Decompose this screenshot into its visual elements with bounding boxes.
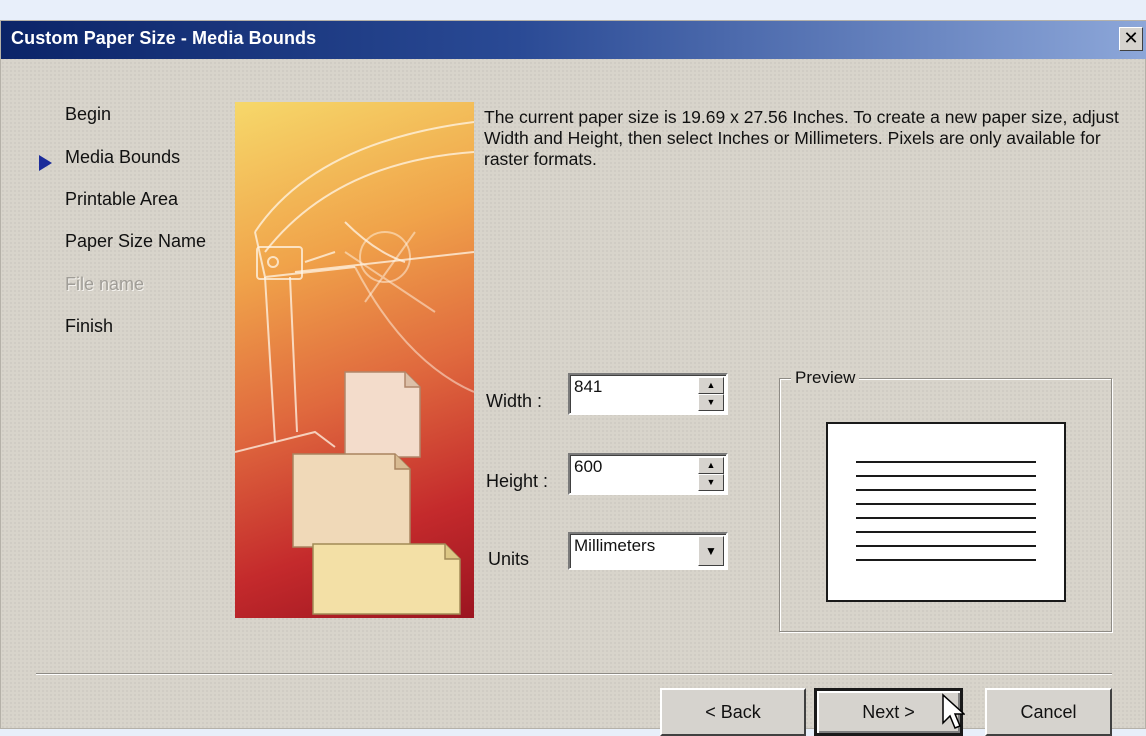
height-input[interactable]: 600 ▲ ▼ [568,453,728,495]
preview-line [856,531,1036,533]
step-file-name: File name [65,274,145,294]
width-value: 841 [574,377,603,396]
preview-title: Preview [791,368,860,388]
up-arrow-icon: ▲ [706,460,716,470]
preview-line [856,475,1036,477]
custom-paper-size-dialog: Custom Paper Size - Media Bounds ✕ Begin… [0,20,1146,736]
preview-line [856,461,1036,463]
preview-line [856,559,1036,561]
preview-line [856,545,1036,547]
step-printable-area: Printable Area [65,189,179,209]
height-down-button[interactable]: ▼ [698,474,724,491]
title-bar[interactable]: Custom Paper Size - Media Bounds ✕ [1,21,1146,59]
width-label: Width : [486,391,543,411]
height-label: Height : [486,471,549,491]
up-arrow-icon: ▲ [706,380,716,390]
step-begin: Begin [65,104,112,124]
footer-separator [36,673,1112,675]
width-input[interactable]: 841 ▲ ▼ [568,373,728,415]
preview-line [856,489,1036,491]
triangle-right-icon [39,155,52,171]
units-value: Millimeters [574,536,656,555]
down-arrow-icon: ▼ [706,477,716,487]
step-media-bounds: Media Bounds [65,147,181,167]
close-icon: ✕ [1123,28,1139,48]
preview-line [856,517,1036,519]
height-up-button[interactable]: ▲ [698,457,724,474]
units-select[interactable]: Millimeters ▼ [568,532,728,570]
window-title: Custom Paper Size - Media Bounds [11,28,317,48]
width-down-button[interactable]: ▼ [698,394,724,411]
width-up-button[interactable]: ▲ [698,377,724,394]
dropdown-arrow-icon: ▼ [705,544,717,558]
units-label: Units [488,549,530,569]
units-dropdown-button[interactable]: ▼ [698,536,724,566]
width-stepper: ▲ ▼ [698,377,724,411]
preview-page [826,422,1066,602]
description-text: The current paper size is 19.69 x 27.56 … [484,107,1119,169]
height-stepper: ▲ ▼ [698,457,724,491]
plotter-banner-image [235,102,474,618]
height-value: 600 [574,457,603,476]
step-finish: Finish [65,316,114,336]
mouse-pointer-icon [942,693,965,729]
close-button[interactable]: ✕ [1119,27,1143,51]
down-arrow-icon: ▼ [706,397,716,407]
step-paper-size-name: Paper Size Name [65,231,207,251]
preview-line [856,503,1036,505]
plotter-illustration [235,121,474,615]
